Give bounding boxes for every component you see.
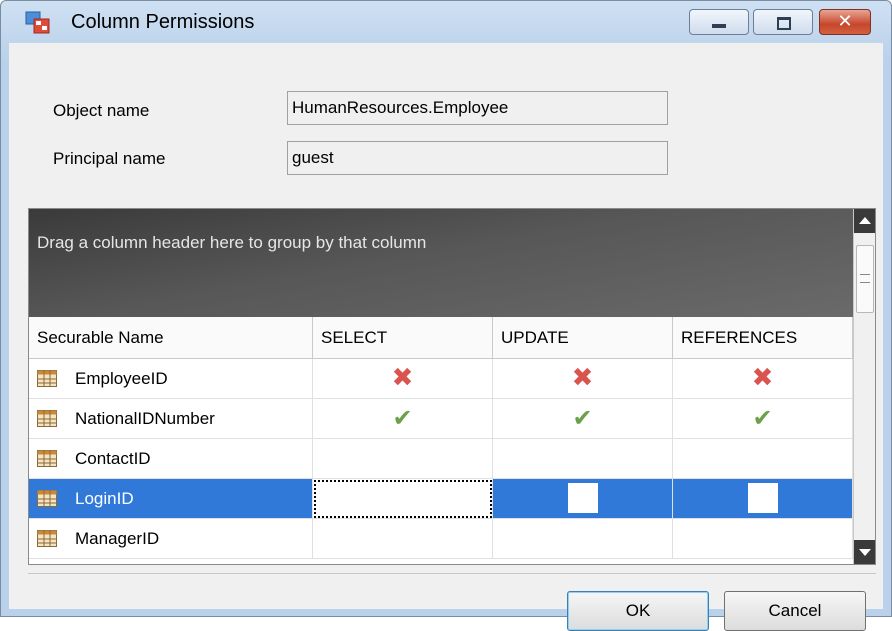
column-permissions-window: Column Permissions ✕ Object name HumanRe… <box>0 0 892 631</box>
securable-name-cell[interactable]: EmployeeID <box>29 359 313 399</box>
securable-name: NationalIDNumber <box>75 409 215 428</box>
column-header-update[interactable]: UPDATE <box>493 317 673 359</box>
divider <box>28 573 876 574</box>
references-permission-cell[interactable] <box>673 519 853 559</box>
maximize-button[interactable] <box>753 9 813 35</box>
close-icon: ✕ <box>837 11 853 32</box>
references-permission-cell[interactable] <box>673 439 853 479</box>
vertical-scrollbar[interactable] <box>853 209 875 564</box>
securable-name: ManagerID <box>75 529 160 548</box>
scroll-thumb[interactable] <box>856 245 874 313</box>
select-permission-cell[interactable]: ✔ <box>313 399 493 439</box>
select-permission-cell-focused[interactable] <box>313 479 493 519</box>
object-name-field[interactable]: HumanResources.Employee <box>287 91 668 125</box>
references-permission-cell[interactable]: ✔ <box>673 399 853 439</box>
close-button[interactable]: ✕ <box>819 9 871 35</box>
update-permission-cell[interactable]: ✔ <box>493 399 673 439</box>
deny-x-icon: ✖ <box>751 363 774 393</box>
table-icon <box>37 370 57 387</box>
empty-checkbox[interactable] <box>567 483 598 514</box>
empty-checkbox[interactable] <box>747 483 778 514</box>
scroll-down-arrow-icon[interactable] <box>854 540 875 564</box>
cancel-button[interactable]: Cancel <box>724 591 866 631</box>
securable-name-cell[interactable]: LoginID <box>29 479 313 519</box>
select-permission-cell[interactable] <box>313 439 493 479</box>
table-row[interactable]: EmployeeID ✖ ✖ ✖ <box>29 359 853 399</box>
table-row[interactable]: ContactID <box>29 439 853 479</box>
window-title: Column Permissions <box>71 11 255 33</box>
securable-name: ContactID <box>75 449 151 468</box>
update-permission-cell[interactable] <box>493 519 673 559</box>
column-header-references[interactable]: REFERENCES <box>673 317 853 359</box>
deny-x-icon: ✖ <box>571 363 594 393</box>
update-permission-cell[interactable] <box>493 439 673 479</box>
securable-name-cell[interactable]: ContactID <box>29 439 313 479</box>
table-icon <box>37 530 57 547</box>
dialog-body: Object name HumanResources.Employee Prin… <box>9 43 883 631</box>
securable-name: LoginID <box>75 489 134 508</box>
column-header-select[interactable]: SELECT <box>313 317 493 359</box>
column-header-securable-name[interactable]: Securable Name <box>29 317 313 359</box>
title-bar[interactable]: Column Permissions ✕ <box>1 1 891 43</box>
group-by-panel[interactable]: Drag a column header here to group by th… <box>29 209 853 317</box>
principal-name-label: Principal name <box>53 149 166 168</box>
table-row[interactable]: ManagerID <box>29 519 853 559</box>
table-row[interactable]: NationalIDNumber ✔ ✔ ✔ <box>29 399 853 439</box>
references-permission-cell[interactable] <box>673 479 853 519</box>
securable-name: EmployeeID <box>75 369 168 388</box>
permissions-app-icon <box>25 11 50 34</box>
principal-name-field[interactable]: guest <box>287 141 668 175</box>
select-permission-cell[interactable]: ✖ <box>313 359 493 399</box>
grant-check-icon: ✔ <box>392 404 413 432</box>
update-permission-cell[interactable]: ✖ <box>493 359 673 399</box>
ok-button[interactable]: OK <box>567 591 709 631</box>
grant-check-icon: ✔ <box>752 404 773 432</box>
grant-check-icon: ✔ <box>572 404 593 432</box>
minimize-button[interactable] <box>689 9 749 35</box>
table-icon <box>37 410 57 427</box>
update-permission-cell[interactable] <box>493 479 673 519</box>
deny-x-icon: ✖ <box>391 363 414 393</box>
securable-name-cell[interactable]: NationalIDNumber <box>29 399 313 439</box>
table-icon <box>37 490 57 507</box>
group-by-hint: Drag a column header here to group by th… <box>37 233 427 252</box>
references-permission-cell[interactable]: ✖ <box>673 359 853 399</box>
table-row-selected[interactable]: LoginID <box>29 479 853 519</box>
permissions-grid: Drag a column header here to group by th… <box>28 208 876 565</box>
table-icon <box>37 450 57 467</box>
scroll-up-arrow-icon[interactable] <box>854 209 875 233</box>
object-name-label: Object name <box>53 101 150 120</box>
select-permission-cell[interactable] <box>313 519 493 559</box>
securable-name-cell[interactable]: ManagerID <box>29 519 313 559</box>
